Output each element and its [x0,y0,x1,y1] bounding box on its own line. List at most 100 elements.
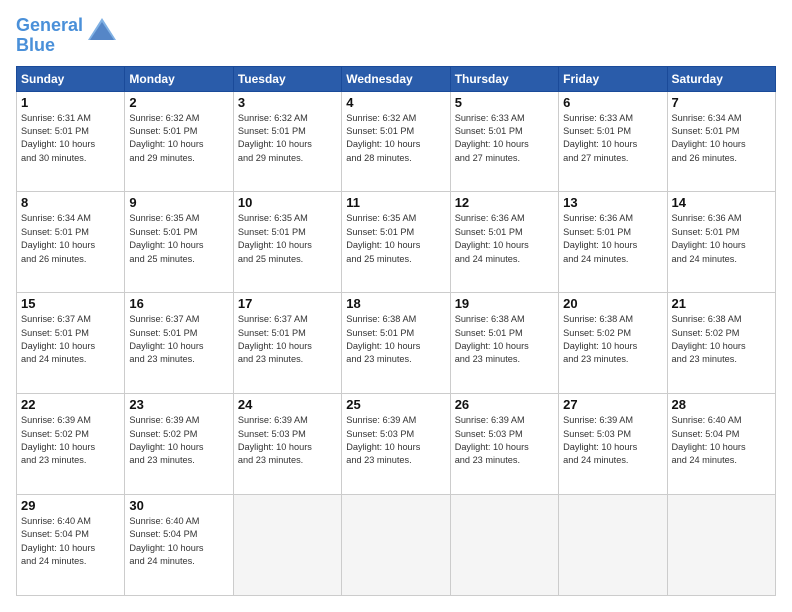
weekday-header-wednesday: Wednesday [342,66,450,91]
day-number: 11 [346,195,445,210]
day-cell: 3 Sunrise: 6:32 AM Sunset: 5:01 PM Daylig… [233,91,341,192]
day-cell: 24 Sunrise: 6:39 AM Sunset: 5:03 PM Dayli… [233,394,341,495]
day-number: 6 [563,95,662,110]
weekday-header-friday: Friday [559,66,667,91]
day-number: 3 [238,95,337,110]
day-info: Sunrise: 6:38 AM Sunset: 5:01 PM Dayligh… [346,313,445,366]
day-info: Sunrise: 6:33 AM Sunset: 5:01 PM Dayligh… [455,112,554,165]
day-number: 10 [238,195,337,210]
day-info: Sunrise: 6:38 AM Sunset: 5:01 PM Dayligh… [455,313,554,366]
day-number: 30 [129,498,228,513]
day-info: Sunrise: 6:33 AM Sunset: 5:01 PM Dayligh… [563,112,662,165]
day-cell: 17 Sunrise: 6:37 AM Sunset: 5:01 PM Dayli… [233,293,341,394]
page: General Blue SundayMondayTues [0,0,792,612]
day-number: 12 [455,195,554,210]
day-number: 5 [455,95,554,110]
calendar: SundayMondayTuesdayWednesdayThursdayFrid… [16,66,776,596]
day-info: Sunrise: 6:39 AM Sunset: 5:03 PM Dayligh… [563,414,662,467]
day-cell [667,495,775,596]
weekday-header-saturday: Saturday [667,66,775,91]
weekday-header-row: SundayMondayTuesdayWednesdayThursdayFrid… [17,66,776,91]
week-row-3: 15 Sunrise: 6:37 AM Sunset: 5:01 PM Dayli… [17,293,776,394]
day-number: 19 [455,296,554,311]
day-cell [342,495,450,596]
day-info: Sunrise: 6:32 AM Sunset: 5:01 PM Dayligh… [346,112,445,165]
day-cell: 23 Sunrise: 6:39 AM Sunset: 5:02 PM Dayli… [125,394,233,495]
day-number: 1 [21,95,120,110]
day-number: 20 [563,296,662,311]
day-number: 29 [21,498,120,513]
day-number: 28 [672,397,771,412]
day-number: 22 [21,397,120,412]
day-cell: 1 Sunrise: 6:31 AM Sunset: 5:01 PM Daylig… [17,91,125,192]
weekday-header-sunday: Sunday [17,66,125,91]
day-cell: 27 Sunrise: 6:39 AM Sunset: 5:03 PM Dayli… [559,394,667,495]
day-number: 14 [672,195,771,210]
day-info: Sunrise: 6:32 AM Sunset: 5:01 PM Dayligh… [238,112,337,165]
day-cell: 2 Sunrise: 6:32 AM Sunset: 5:01 PM Daylig… [125,91,233,192]
day-number: 17 [238,296,337,311]
logo-blue: Blue [16,35,55,55]
day-cell: 7 Sunrise: 6:34 AM Sunset: 5:01 PM Daylig… [667,91,775,192]
day-cell: 26Sunrise: 6:39 AM Sunset: 5:03 PM Dayli… [450,394,558,495]
logo: General Blue [16,16,116,56]
day-info: Sunrise: 6:39 AM Sunset: 5:02 PM Dayligh… [21,414,120,467]
day-number: 2 [129,95,228,110]
day-number: 18 [346,296,445,311]
day-cell: 4Sunrise: 6:32 AM Sunset: 5:01 PM Daylig… [342,91,450,192]
logo-general: General [16,15,83,35]
day-info: Sunrise: 6:37 AM Sunset: 5:01 PM Dayligh… [21,313,120,366]
day-info: Sunrise: 6:39 AM Sunset: 5:03 PM Dayligh… [238,414,337,467]
day-info: Sunrise: 6:35 AM Sunset: 5:01 PM Dayligh… [129,212,228,265]
day-number: 13 [563,195,662,210]
day-cell: 6 Sunrise: 6:33 AM Sunset: 5:01 PM Daylig… [559,91,667,192]
day-cell: 11Sunrise: 6:35 AM Sunset: 5:01 PM Dayli… [342,192,450,293]
day-cell: 10Sunrise: 6:35 AM Sunset: 5:01 PM Dayli… [233,192,341,293]
day-cell: 29 Sunrise: 6:40 AM Sunset: 5:04 PM Dayli… [17,495,125,596]
day-cell: 18 Sunrise: 6:38 AM Sunset: 5:01 PM Dayli… [342,293,450,394]
day-cell: 15 Sunrise: 6:37 AM Sunset: 5:01 PM Dayli… [17,293,125,394]
day-number: 9 [129,195,228,210]
day-cell: 16Sunrise: 6:37 AM Sunset: 5:01 PM Dayli… [125,293,233,394]
week-row-1: 1 Sunrise: 6:31 AM Sunset: 5:01 PM Daylig… [17,91,776,192]
day-info: Sunrise: 6:39 AM Sunset: 5:03 PM Dayligh… [455,414,554,467]
week-row-2: 8 Sunrise: 6:34 AM Sunset: 5:01 PM Daylig… [17,192,776,293]
day-number: 27 [563,397,662,412]
day-cell [559,495,667,596]
logo-icon [88,18,116,45]
day-info: Sunrise: 6:40 AM Sunset: 5:04 PM Dayligh… [672,414,771,467]
day-cell: 19 Sunrise: 6:38 AM Sunset: 5:01 PM Dayli… [450,293,558,394]
weekday-header-monday: Monday [125,66,233,91]
day-cell: 25Sunrise: 6:39 AM Sunset: 5:03 PM Dayli… [342,394,450,495]
day-info: Sunrise: 6:40 AM Sunset: 5:04 PM Dayligh… [21,515,120,568]
day-number: 24 [238,397,337,412]
day-info: Sunrise: 6:39 AM Sunset: 5:03 PM Dayligh… [346,414,445,467]
day-number: 8 [21,195,120,210]
day-info: Sunrise: 6:31 AM Sunset: 5:01 PM Dayligh… [21,112,120,165]
logo-text: General Blue [16,16,83,56]
day-info: Sunrise: 6:38 AM Sunset: 5:02 PM Dayligh… [563,313,662,366]
day-number: 23 [129,397,228,412]
weekday-header-tuesday: Tuesday [233,66,341,91]
day-info: Sunrise: 6:38 AM Sunset: 5:02 PM Dayligh… [672,313,771,366]
week-row-5: 29 Sunrise: 6:40 AM Sunset: 5:04 PM Dayli… [17,495,776,596]
day-cell: 22 Sunrise: 6:39 AM Sunset: 5:02 PM Dayli… [17,394,125,495]
day-cell [233,495,341,596]
day-number: 7 [672,95,771,110]
header: General Blue [16,16,776,56]
day-info: Sunrise: 6:37 AM Sunset: 5:01 PM Dayligh… [129,313,228,366]
day-cell: 14Sunrise: 6:36 AM Sunset: 5:01 PM Dayli… [667,192,775,293]
day-number: 21 [672,296,771,311]
day-info: Sunrise: 6:37 AM Sunset: 5:01 PM Dayligh… [238,313,337,366]
day-info: Sunrise: 6:34 AM Sunset: 5:01 PM Dayligh… [672,112,771,165]
day-cell: 21 Sunrise: 6:38 AM Sunset: 5:02 PM Dayli… [667,293,775,394]
day-cell: 30Sunrise: 6:40 AM Sunset: 5:04 PM Dayli… [125,495,233,596]
day-cell: 8 Sunrise: 6:34 AM Sunset: 5:01 PM Daylig… [17,192,125,293]
day-info: Sunrise: 6:36 AM Sunset: 5:01 PM Dayligh… [563,212,662,265]
day-info: Sunrise: 6:34 AM Sunset: 5:01 PM Dayligh… [21,212,120,265]
day-info: Sunrise: 6:32 AM Sunset: 5:01 PM Dayligh… [129,112,228,165]
day-number: 15 [21,296,120,311]
day-info: Sunrise: 6:39 AM Sunset: 5:02 PM Dayligh… [129,414,228,467]
day-cell: 20 Sunrise: 6:38 AM Sunset: 5:02 PM Dayli… [559,293,667,394]
day-cell: 9 Sunrise: 6:35 AM Sunset: 5:01 PM Daylig… [125,192,233,293]
